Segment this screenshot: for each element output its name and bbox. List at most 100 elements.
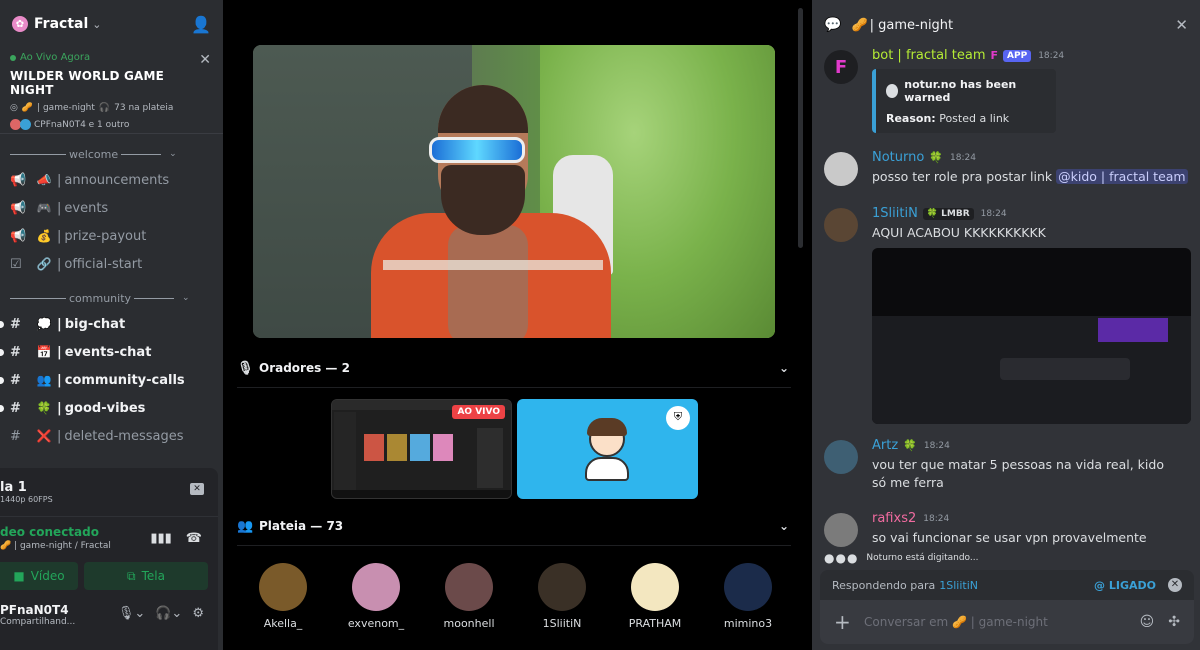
channel-deleted-messages[interactable]: # ❌ | deleted-messages — [0, 422, 223, 450]
chat-message[interactable]: rafixs2 18:24 so vai funcionar se usar v… — [824, 511, 1194, 547]
unread-indicator — [0, 348, 4, 356]
category-community[interactable]: community ⌄ — [0, 286, 223, 310]
channel-emoji-icon: 🎮 — [36, 201, 52, 215]
screen-share-tile[interactable]: AO VIVO — [331, 399, 512, 499]
message-author[interactable]: 1SliitiN — [872, 206, 918, 221]
peanut-emoji-icon: 🥜 — [21, 103, 34, 113]
screen-share-button[interactable]: ⧉ Tela — [84, 562, 208, 590]
avatar — [20, 119, 31, 130]
audience-name: moonhell — [443, 617, 495, 630]
stream-title: la 1 — [0, 480, 27, 495]
unread-indicator — [0, 404, 4, 412]
divider — [237, 545, 791, 546]
avatar — [352, 563, 400, 611]
settings-gear-icon[interactable]: ⚙ — [192, 606, 204, 621]
avatar[interactable] — [824, 440, 858, 474]
audience-member[interactable]: PRATHAM — [620, 563, 690, 630]
hash-icon: # — [10, 372, 21, 388]
message-time: 18:24 — [1038, 50, 1065, 61]
audience-header[interactable]: 👥 Plateia — 73 ⌄ — [237, 514, 791, 538]
speakers-header[interactable]: 🎙 Oradores — 2 ⌄ — [237, 356, 791, 380]
hash-icon: # — [10, 344, 21, 360]
app-badge: APP — [1003, 49, 1032, 62]
video-button[interactable]: ■ Vídeo — [0, 562, 78, 590]
message-author[interactable]: Artz — [872, 438, 898, 453]
live-stage-meta: ◎ 🥜 | game-night 🎧 73 na plateia — [10, 103, 174, 113]
channel-good-vibes[interactable]: # 🍀 | good-vibes — [0, 394, 223, 422]
soundwave-icon[interactable]: ▮▮▮ — [150, 531, 171, 546]
warning-embed: notur.no has been warned Reason: Posted … — [872, 69, 1056, 133]
peanut-emoji-icon: 🥜 — [851, 17, 868, 33]
message-author[interactable]: Noturno — [872, 150, 924, 165]
chevron-down-icon: ⌄ — [778, 361, 789, 375]
sticker-icon[interactable]: ☺ — [1140, 614, 1155, 630]
warning-icon — [886, 84, 899, 98]
apps-icon[interactable]: ✣ — [1168, 614, 1180, 630]
close-icon[interactable]: ✕ — [1175, 16, 1188, 34]
avatar[interactable] — [824, 152, 858, 186]
audience-member[interactable]: moonhell — [434, 563, 504, 630]
audience-member[interactable]: 1SliitiN — [527, 563, 597, 630]
message-time: 18:24 — [950, 152, 976, 163]
user-status: Compartilhand... — [0, 617, 76, 627]
reply-target: 1SliitiN — [939, 578, 978, 592]
stream-panel: la 1 1440p 60FPS ✕ deo conectado 🥜 | gam… — [0, 468, 218, 650]
avatar[interactable] — [824, 513, 858, 547]
user-mention[interactable]: @kido | fractal team — [1056, 169, 1188, 184]
channel-official-start[interactable]: ☑ 🔗 | official-start — [0, 250, 223, 278]
main-video-stream[interactable] — [253, 45, 775, 338]
chevron-down-icon: ⌄ — [92, 17, 102, 31]
channel-announcements[interactable]: 📢 📣 | announcements — [0, 166, 223, 194]
channel-events-chat[interactable]: # 📅 | events-chat — [0, 338, 223, 366]
clover-icon: 🍀 — [929, 151, 944, 164]
chat-message[interactable]: 1SliitiN 🍀 LMBR 18:24 AQUI ACABOU KKKKKK… — [824, 206, 1194, 424]
unread-indicator — [0, 376, 4, 384]
message-input[interactable] — [864, 615, 1140, 629]
stage-icon: ◎ — [10, 103, 18, 113]
chat-message[interactable]: Noturno 🍀 18:24 posso ter role pra posta… — [824, 150, 1194, 186]
microphone-icon[interactable]: 🎙⌄ — [118, 606, 145, 621]
mention-toggle[interactable]: @ LIGADO — [1094, 579, 1156, 592]
cancel-reply-icon[interactable]: ✕ — [1168, 578, 1182, 592]
chat-message[interactable]: F bot | fractal team F APP 18:24 notur.n… — [824, 48, 1194, 133]
add-attachment-icon[interactable]: + — [834, 610, 864, 634]
channel-big-chat[interactable]: # 💭 | big-chat — [0, 310, 223, 338]
live-stage-users: CPFnaN0T4 e 1 outro — [10, 119, 211, 130]
live-stage-card[interactable]: Ao Vivo Agora ✕ WILDER WORLD GAME NIGHT … — [0, 48, 223, 134]
disconnect-icon[interactable]: ☎ — [186, 531, 202, 546]
audience-member[interactable]: Akella_ — [248, 563, 318, 630]
audience-name: mimino3 — [723, 617, 773, 630]
headphones-icon[interactable]: 🎧⌄ — [155, 606, 182, 621]
image-attachment[interactable] — [872, 248, 1191, 424]
live-badge: AO VIVO — [452, 405, 505, 419]
channel-prize-payout[interactable]: 📢 💰 | prize-payout — [0, 222, 223, 250]
avatar — [538, 563, 586, 611]
rules-icon: ☑ — [10, 256, 22, 272]
channel-community-calls[interactable]: # 👥 | community-calls — [0, 366, 223, 394]
user-panel[interactable]: PFnaN0T4 Compartilhand... 🎙⌄ 🎧⌄ ⚙ — [0, 590, 218, 640]
avatar[interactable]: F — [824, 50, 858, 84]
channel-events[interactable]: 📢 🎮 | events — [0, 194, 223, 222]
channel-label: events — [64, 200, 109, 216]
people-icon: 👥 — [237, 518, 254, 534]
avatar — [631, 563, 679, 611]
message-author[interactable]: rafixs2 — [872, 511, 916, 526]
hash-icon: # — [10, 316, 21, 332]
stage-scrollbar[interactable] — [798, 8, 803, 248]
chevron-down-icon: ⌄ — [169, 149, 177, 159]
headphones-icon: 🎧 — [98, 103, 111, 113]
divider — [237, 387, 791, 388]
message-time: 18:24 — [923, 440, 950, 451]
speaker-avatar-tile[interactable]: ⛨ — [517, 399, 698, 499]
category-welcome[interactable]: welcome ⌄ — [0, 142, 223, 166]
audience-member[interactable]: exvenom_ — [341, 563, 411, 630]
chat-message[interactable]: Artz 🍀 18:24 vou ter que matar 5 pessoas… — [824, 438, 1194, 492]
avatar[interactable] — [824, 208, 858, 242]
audience-member[interactable]: mimino3 — [713, 563, 783, 630]
channel-label: official-start — [64, 256, 143, 272]
stop-stream-icon[interactable]: ✕ — [190, 483, 204, 495]
server-header[interactable]: ✿ Fractal ⌄ 👤 — [0, 0, 223, 48]
close-icon[interactable]: ✕ — [199, 52, 211, 68]
invite-people-icon[interactable]: 👤 — [191, 15, 211, 34]
message-author[interactable]: bot | fractal team — [872, 48, 986, 63]
